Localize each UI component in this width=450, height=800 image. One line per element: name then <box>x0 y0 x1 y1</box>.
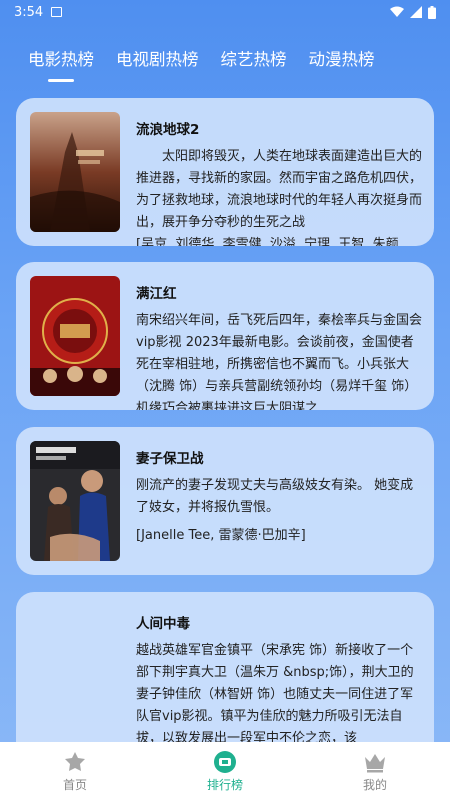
list-item[interactable]: 妻子保卫战 刚流产的妻子发现丈夫与高级妓女有染。 她变成了妓女，并将报仇雪恨。 … <box>16 427 434 575</box>
card-body: 流浪地球2 太阳即将毁灭，人类在地球表面建造出巨大的推进器，寻找新的家园。然而宇… <box>136 118 422 246</box>
nav-mine[interactable]: 我的 <box>325 750 425 793</box>
status-bar: 3:54 <box>0 0 450 24</box>
card-cast: [Janelle Tee, 雷蒙德·巴加辛] <box>136 528 306 543</box>
card-body: 妻子保卫战 刚流产的妻子发现丈夫与高级妓女有染。 她变成了妓女，并将报仇雪恨。 … <box>136 447 422 547</box>
card-text-clip: 南宋绍兴年间，岳飞死后四年，秦桧率兵与金国会vip影视 2023年最新电影。会谈… <box>136 310 422 410</box>
nav-mine-label: 我的 <box>362 777 387 792</box>
status-time: 3:54 <box>14 4 44 20</box>
tab-variety[interactable]: 综艺热榜 <box>221 40 287 76</box>
nav-home[interactable]: 首页 <box>25 750 125 793</box>
tab-anime[interactable]: 动漫热榜 <box>309 40 375 76</box>
poster-image <box>30 276 120 396</box>
ranking-icon <box>212 750 238 774</box>
home-icon <box>62 750 88 774</box>
sd-card-icon <box>51 7 63 17</box>
card-description: 刚流产的妻子发现丈夫与高级妓女有染。 她变成了妓女，并将报仇雪恨。 <box>136 478 414 515</box>
list-item[interactable]: 满江红 南宋绍兴年间，岳飞死后四年，秦桧率兵与金国会vip影视 2023年最新电… <box>16 262 434 410</box>
card-description: 越战英雄军官金镇平（宋承宪 饰）新接收了一个部下荆宇真大卫（温朱万 &nbsp;… <box>136 643 414 746</box>
nav-ranking-label: 排行榜 <box>206 777 243 792</box>
nav-home-label: 首页 <box>62 777 87 792</box>
card-body: 人间中毒 越战英雄军官金镇平（宋承宪 饰）新接收了一个部下荆宇真大卫（温朱万 &… <box>136 612 422 762</box>
card-text-clip: 太阳即将毁灭，人类在地球表面建造出巨大的推进器，寻找新的家园。然而宇宙之路危机四… <box>136 146 422 246</box>
poster-image <box>30 441 120 561</box>
signal-icon <box>410 6 422 18</box>
card-description: 南宋绍兴年间，岳飞死后四年，秦桧率兵与金国会vip影视 2023年最新电影。会谈… <box>136 313 422 410</box>
bottom-nav: 首页 排行榜 我的 <box>0 742 450 800</box>
crown-icon <box>362 750 388 774</box>
list-item[interactable]: 流浪地球2 太阳即将毁灭，人类在地球表面建造出巨大的推进器，寻找新的家园。然而宇… <box>16 98 434 246</box>
nav-ranking[interactable]: 排行榜 <box>175 750 275 793</box>
battery-icon <box>428 5 436 19</box>
card-body: 满江红 南宋绍兴年间，岳飞死后四年，秦桧率兵与金国会vip影视 2023年最新电… <box>136 282 422 410</box>
poster-image <box>30 112 120 232</box>
ranking-tabs: 电影热榜 电视剧热榜 综艺热榜 动漫热榜 <box>0 40 450 84</box>
status-icons <box>390 5 436 19</box>
card-title: 人间中毒 <box>136 616 190 632</box>
card-cast: [吴京, 刘德华, 李雪健, 沙溢, 宁理, 王智, 朱颜 <box>136 237 399 246</box>
tab-movie[interactable]: 电影热榜 <box>28 40 94 76</box>
list-item[interactable]: 人间中毒 越战英雄军官金镇平（宋承宪 饰）新接收了一个部下荆宇真大卫（温朱万 &… <box>16 592 434 762</box>
card-title: 满江红 <box>136 286 177 302</box>
card-description: 太阳即将毁灭，人类在地球表面建造出巨大的推进器，寻找新的家园。然而宇宙之路危机四… <box>136 149 422 230</box>
card-title: 流浪地球2 <box>136 122 200 138</box>
card-title: 妻子保卫战 <box>136 451 204 467</box>
wifi-icon <box>390 6 404 17</box>
tab-tv[interactable]: 电视剧热榜 <box>116 40 199 76</box>
